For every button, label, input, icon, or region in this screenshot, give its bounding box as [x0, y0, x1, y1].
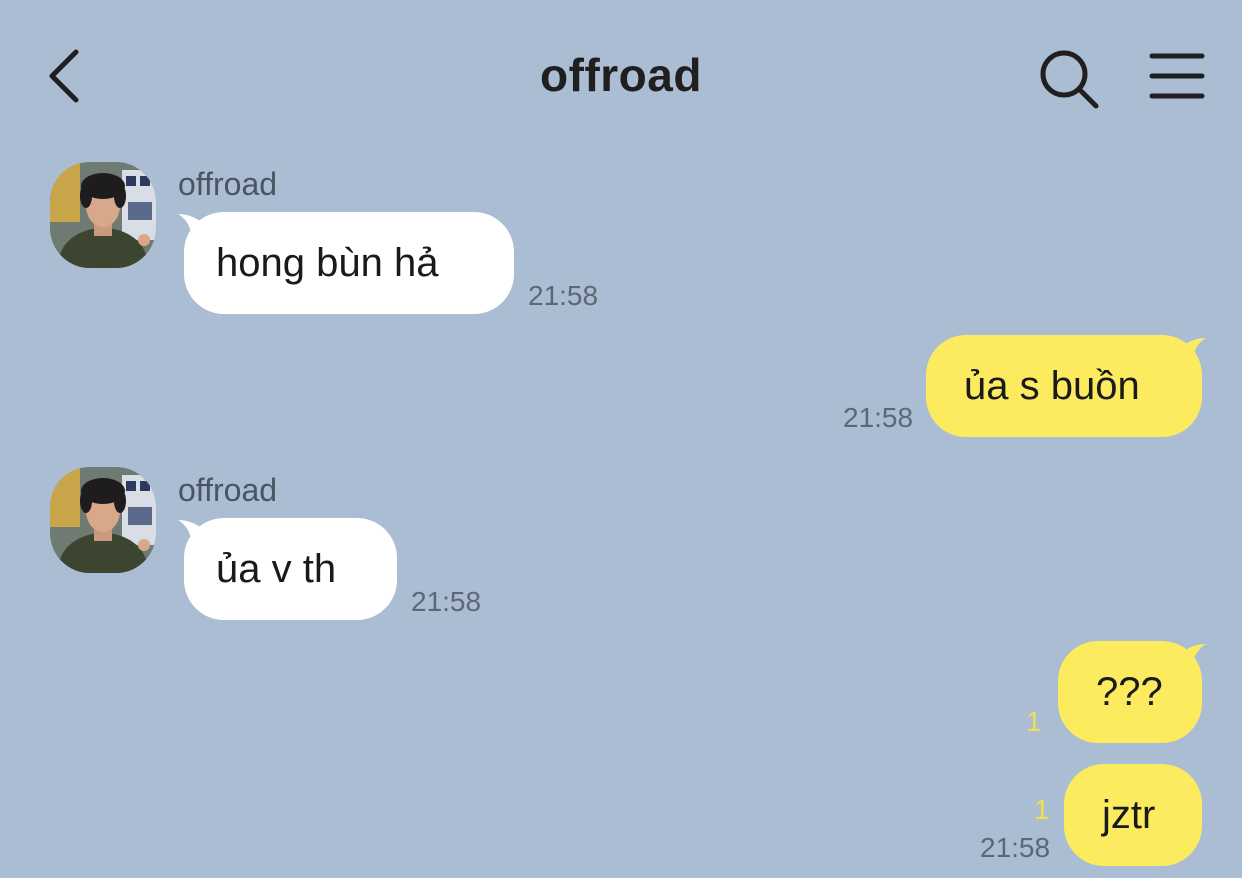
- message-time: 21:58: [528, 280, 599, 311]
- profile-photo: [50, 467, 156, 573]
- message-bubble[interactable]: jztr: [1064, 764, 1202, 866]
- menu-button[interactable]: [1148, 50, 1206, 102]
- message-bubble[interactable]: ủa s buồn: [926, 335, 1202, 437]
- bubble-tail: [1174, 644, 1206, 672]
- message-text: ???: [1096, 669, 1163, 714]
- message-text: hong bùn hả: [216, 240, 439, 285]
- search-icon: [1040, 50, 1099, 109]
- sender-avatar[interactable]: [50, 467, 156, 573]
- sender-name: offroad: [178, 472, 278, 508]
- unread-count: 1: [1034, 794, 1050, 825]
- message-time: 21:58: [980, 832, 1051, 863]
- message-text: ủa s buồn: [964, 363, 1140, 408]
- sender-avatar[interactable]: [50, 162, 156, 268]
- search-button[interactable]: [1036, 46, 1102, 112]
- bubble-tail: [1174, 338, 1206, 366]
- sender-name: offroad: [178, 166, 278, 202]
- message-text: jztr: [1102, 792, 1156, 837]
- message-time: 21:58: [843, 402, 914, 433]
- hamburger-menu-icon: [1149, 53, 1205, 99]
- message-bubble[interactable]: ủa v th: [184, 518, 397, 620]
- profile-photo: [50, 162, 156, 268]
- unread-count: 1: [1026, 706, 1042, 737]
- message-text: ủa v th: [216, 546, 337, 591]
- chat-header: offroad: [0, 0, 1242, 150]
- message-bubble[interactable]: hong bùn hả: [184, 212, 514, 314]
- message-time: 21:58: [411, 586, 482, 617]
